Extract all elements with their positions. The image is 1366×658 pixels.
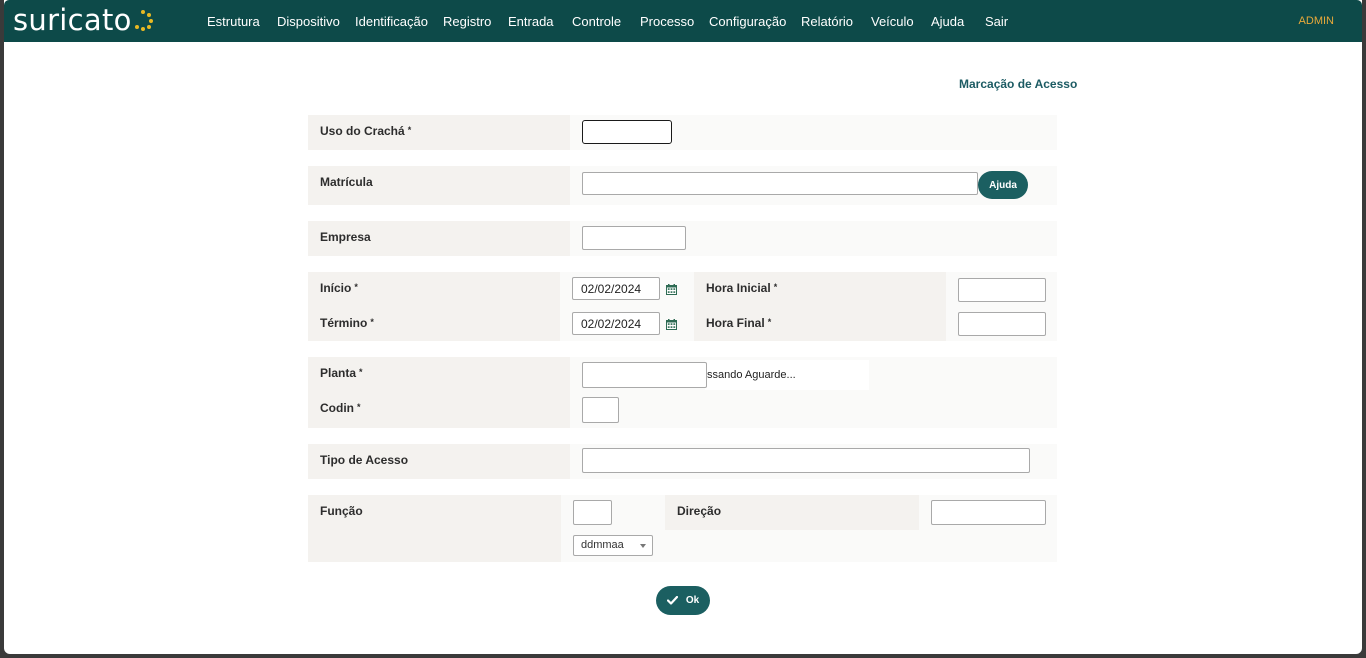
user-name[interactable]: ADMIN [1299, 15, 1334, 27]
uso-cracha-label-cell: Uso do Crachá * [308, 115, 570, 150]
date-format-selected: ddmmaa [581, 539, 624, 551]
inicio-label: Início * [320, 281, 358, 295]
planta-loading-status: ssando Aguarde... [705, 360, 869, 390]
matricula-label: Matrícula [320, 175, 373, 189]
direcao-input[interactable] [931, 500, 1046, 525]
planta-label: Planta * [320, 366, 363, 380]
ajuda-button[interactable]: Ajuda [978, 171, 1028, 199]
tipo-acesso-label-cell: Tipo de Acesso [308, 444, 570, 479]
menu-relatorio[interactable]: Relatório [801, 14, 853, 29]
termino-label: Término * [320, 316, 374, 330]
inicio-calendar-icon[interactable] [666, 284, 677, 295]
menu-controle[interactable]: Controle [572, 14, 621, 29]
uso-cracha-label: Uso do Crachá * [320, 124, 412, 138]
matricula-label-cell: Matrícula [308, 166, 570, 205]
codin-label: Codin * [320, 401, 361, 415]
empresa-label-cell: Empresa [308, 221, 570, 256]
menu-ajuda[interactable]: Ajuda [931, 14, 964, 29]
hora-final-label: Hora Final * [706, 316, 772, 330]
menu-entrada[interactable]: Entrada [508, 14, 554, 29]
hora-inicial-label: Hora Inicial * [706, 281, 778, 295]
menu-configuracao[interactable]: Configuração [709, 14, 786, 29]
direcao-label: Direção [677, 504, 722, 518]
chevron-down-icon [640, 544, 646, 548]
ok-label: Ok [685, 595, 700, 606]
hora-inicial-input[interactable] [958, 278, 1046, 302]
funcao-label: Função [320, 504, 363, 518]
menu-processo[interactable]: Processo [640, 14, 694, 29]
menu-dispositivo[interactable]: Dispositivo [277, 14, 340, 29]
page-title: Marcação de Acesso [959, 77, 1078, 91]
horas-label-cell: Hora Inicial * Hora Final * [694, 272, 946, 341]
hora-final-input[interactable] [958, 312, 1046, 336]
termino-date-input[interactable] [572, 312, 660, 335]
menu-sair[interactable]: Sair [985, 14, 1008, 29]
top-navbar: suricato Estrutura Dispositivo Identific… [4, 0, 1362, 42]
planta-input[interactable] [582, 362, 707, 388]
empresa-input[interactable] [582, 226, 686, 250]
menu-identificacao[interactable]: Identificação [355, 14, 428, 29]
inicio-date-input[interactable] [572, 277, 660, 300]
planta-label-cell: Planta * Codin * [308, 357, 570, 428]
menu-veiculo[interactable]: Veículo [871, 14, 914, 29]
tipo-acesso-input[interactable] [582, 448, 1030, 473]
menu-estrutura[interactable]: Estrutura [207, 14, 260, 29]
menu-registro[interactable]: Registro [443, 14, 491, 29]
matricula-input[interactable] [582, 172, 978, 195]
datas-label-cell: Início * Término * [308, 272, 560, 341]
date-format-select[interactable]: ddmmaa [573, 535, 653, 556]
funcao-input[interactable] [573, 500, 612, 525]
codin-input[interactable] [582, 397, 619, 423]
check-icon [666, 596, 678, 605]
uso-cracha-input[interactable] [582, 120, 672, 144]
main-menu: Estrutura Dispositivo Identificação Regi… [4, 0, 1362, 42]
tipo-acesso-label: Tipo de Acesso [320, 453, 409, 467]
ok-button[interactable]: Ok [656, 586, 710, 615]
empresa-label: Empresa [320, 230, 371, 244]
app-window: suricato Estrutura Dispositivo Identific… [4, 0, 1362, 654]
funcao-label-cell: Função [308, 495, 561, 562]
termino-calendar-icon[interactable] [666, 319, 677, 330]
direcao-filler-cell [665, 530, 919, 562]
direcao-label-cell: Direção [665, 495, 919, 530]
